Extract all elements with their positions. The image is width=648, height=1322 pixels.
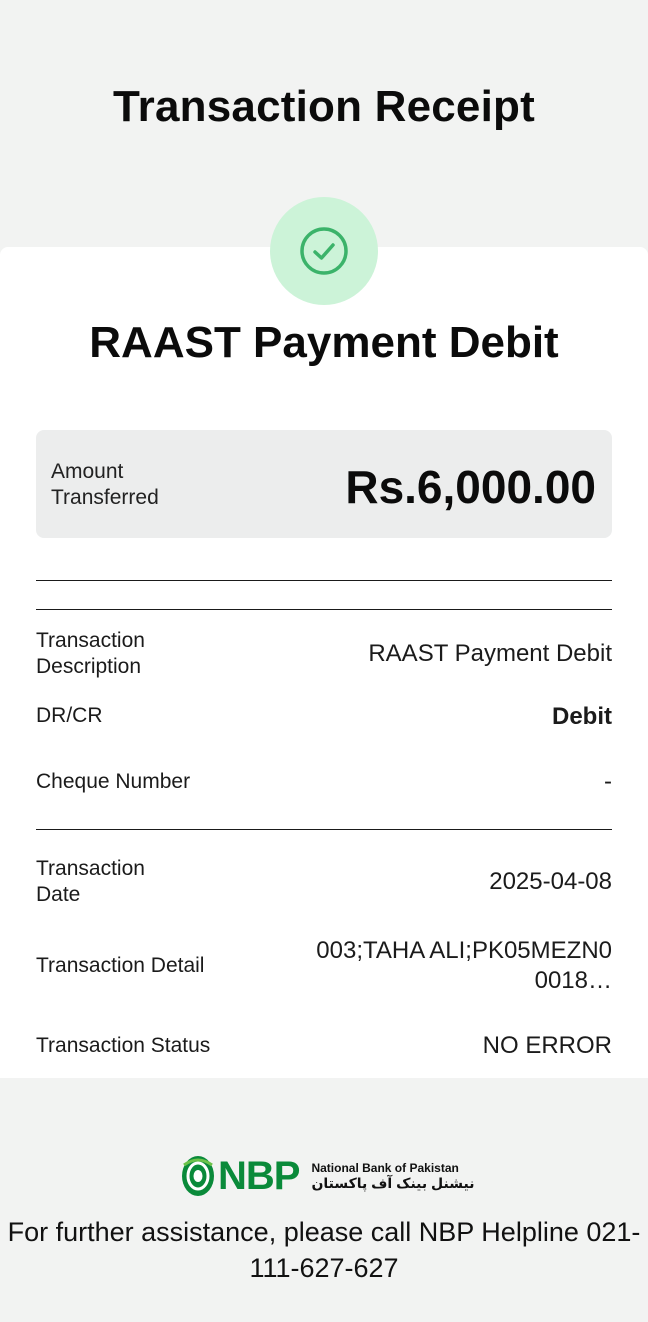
page-title: Transaction Receipt (113, 82, 535, 131)
drcr-value: Debit (552, 703, 612, 730)
divider (36, 580, 612, 581)
nbp-emblem-icon (182, 1156, 214, 1196)
amount-label: Amount Transferred (51, 460, 159, 509)
check-circle-icon (300, 227, 348, 275)
divider (36, 829, 612, 830)
transaction-status-value: NO ERROR (482, 1032, 612, 1059)
success-badge (270, 197, 378, 305)
description-value: RAAST Payment Debit (368, 640, 612, 667)
amount-value: Rs.6,000.00 (345, 461, 596, 513)
nbp-logo: NBP National Bank of Pakistan نیشنل بینک… (180, 1152, 480, 1200)
transaction-date-value: 2025-04-08 (489, 868, 612, 895)
transaction-detail-value: 003;TAHA ALI;PK05MEZN00018… (316, 937, 612, 994)
bank-name-urdu: نیشنل بینک آف پاکستان (311, 1174, 475, 1191)
nbp-logo-text: NBP (218, 1153, 300, 1198)
transaction-date-label: Transaction Date (36, 857, 145, 906)
description-label: Transaction Description (36, 629, 145, 678)
transaction-type-title: RAAST Payment Debit (89, 318, 559, 367)
helpline-text: For further assistance, please call NBP … (7, 1217, 641, 1283)
cheque-number-value: - (604, 768, 612, 795)
bank-name-english: National Bank of Pakistan (311, 1160, 459, 1175)
amount-summary: Amount Transferred Rs.6,000.00 (36, 430, 612, 538)
transaction-detail-label: Transaction Detail (36, 954, 205, 977)
cheque-number-label: Cheque Number (36, 770, 191, 793)
transaction-status-label: Transaction Status (36, 1034, 211, 1057)
divider (36, 609, 612, 610)
drcr-label: DR/CR (36, 704, 103, 727)
bank-name: National Bank of Pakistan نیشنل بینک آف … (311, 1161, 474, 1192)
